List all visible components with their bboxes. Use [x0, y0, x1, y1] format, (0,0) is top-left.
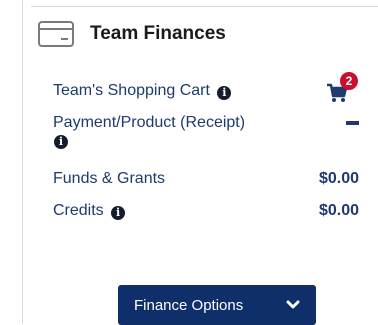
finance-options-button[interactable]: Finance Options	[118, 285, 316, 325]
shopping-cart-button[interactable]: 2	[327, 72, 359, 105]
shopping-cart-label-group: Team's Shopping Cart i	[53, 81, 232, 100]
finance-options-label: Finance Options	[134, 296, 244, 314]
credits-label: Credits	[53, 202, 104, 219]
credits-label-group: Credits i	[53, 201, 126, 220]
section-header: Team Finances	[38, 21, 226, 47]
credit-card-icon	[38, 21, 74, 47]
payment-value-dash	[346, 121, 359, 125]
chevron-down-icon	[286, 300, 300, 309]
payment-row: Payment/Product (Receipt) i	[53, 113, 359, 149]
section-title: Team Finances	[90, 23, 226, 44]
credits-amount: $0.00	[318, 202, 359, 219]
shopping-cart-row: Team's Shopping Cart i 2	[53, 72, 359, 105]
info-icon[interactable]: i	[111, 206, 126, 220]
payment-label[interactable]: Payment/Product (Receipt)	[53, 114, 245, 131]
payment-label-group: Payment/Product (Receipt) i	[53, 113, 253, 149]
funds-row: Funds & Grants $0.00	[53, 169, 359, 188]
funds-amount: $0.00	[318, 170, 359, 187]
cart-count-badge: 2	[340, 72, 358, 90]
info-icon[interactable]: i	[54, 135, 68, 149]
left-divider	[22, 0, 23, 323]
credits-row: Credits i $0.00	[53, 201, 359, 220]
shopping-cart-label[interactable]: Team's Shopping Cart	[53, 82, 210, 99]
top-divider	[31, 6, 378, 7]
info-icon[interactable]: i	[217, 86, 232, 100]
funds-label: Funds & Grants	[53, 170, 166, 187]
